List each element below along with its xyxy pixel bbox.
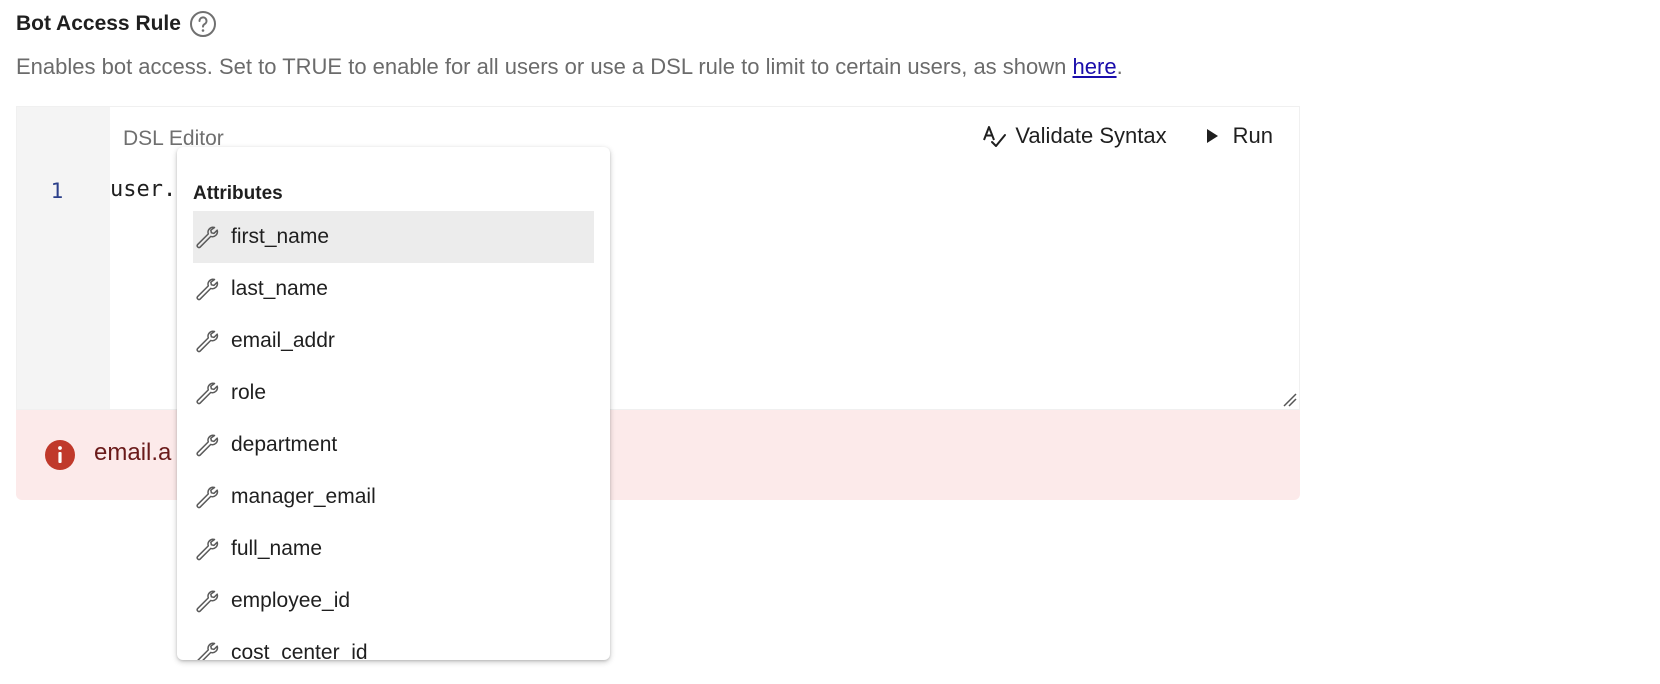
validate-syntax-button[interactable]: Validate Syntax [981,123,1167,149]
attribute-option[interactable]: cost_center_id [193,627,594,660]
wrench-icon [193,224,219,250]
here-link[interactable]: here [1073,54,1117,79]
title-row: Bot Access Rule [16,10,217,38]
page-title: Bot Access Rule [16,12,181,35]
error-message: email.a [94,439,172,466]
description-suffix: . [1116,54,1123,79]
wrench-icon [193,640,219,660]
code-line[interactable]: user. [110,177,176,202]
wrench-icon [193,380,219,406]
attribute-option[interactable]: last_name [193,263,594,315]
resize-handle-icon[interactable] [1281,391,1297,407]
attribute-option[interactable]: employee_id [193,575,594,627]
wrench-icon [193,536,219,562]
attribute-option[interactable]: email_addr [193,315,594,367]
line-gutter [17,107,110,409]
attribute-option[interactable]: manager_email [193,471,594,523]
attribute-option-label: role [231,381,267,404]
autocomplete-dropdown[interactable]: Attributes first_name last_name email_addr… [177,147,610,660]
validate-syntax-label: Validate Syntax [1015,123,1167,148]
dropdown-header: Attributes [193,183,283,204]
description: Enables bot access. Set to TRUE to enabl… [16,54,1123,80]
editor-toolbar: Validate Syntax Run [981,123,1273,149]
wrench-icon [193,588,219,614]
question-circle-icon[interactable] [189,10,217,38]
attribute-option-label: employee_id [231,589,351,612]
attribute-option[interactable]: full_name [193,523,594,575]
wrench-icon [193,484,219,510]
description-text: Enables bot access. Set to TRUE to enabl… [16,54,1073,79]
run-label: Run [1232,123,1273,148]
error-icon [45,440,75,470]
wrench-icon [193,432,219,458]
run-button[interactable]: Run [1199,123,1273,149]
play-icon [1206,129,1218,143]
spellcheck-icon [983,126,1007,147]
line-number: 1 [50,179,64,203]
attribute-list: first_name last_name email_addrrole departm… [193,211,594,660]
attribute-option[interactable]: first_name [193,211,594,263]
wrench-icon [193,328,219,354]
attribute-option-label: last_name [231,277,328,300]
attribute-option-label: email_addr [231,329,335,352]
attribute-option-label: cost_center_id [231,641,368,660]
attribute-option-label: manager_email [231,485,376,508]
attribute-option[interactable]: department [193,419,594,471]
attribute-option-label: department [231,433,338,456]
attribute-option-label: full_name [231,537,323,560]
wrench-icon [193,276,219,302]
attribute-option-label: first_name [231,225,330,248]
attribute-option[interactable]: role [193,367,594,419]
